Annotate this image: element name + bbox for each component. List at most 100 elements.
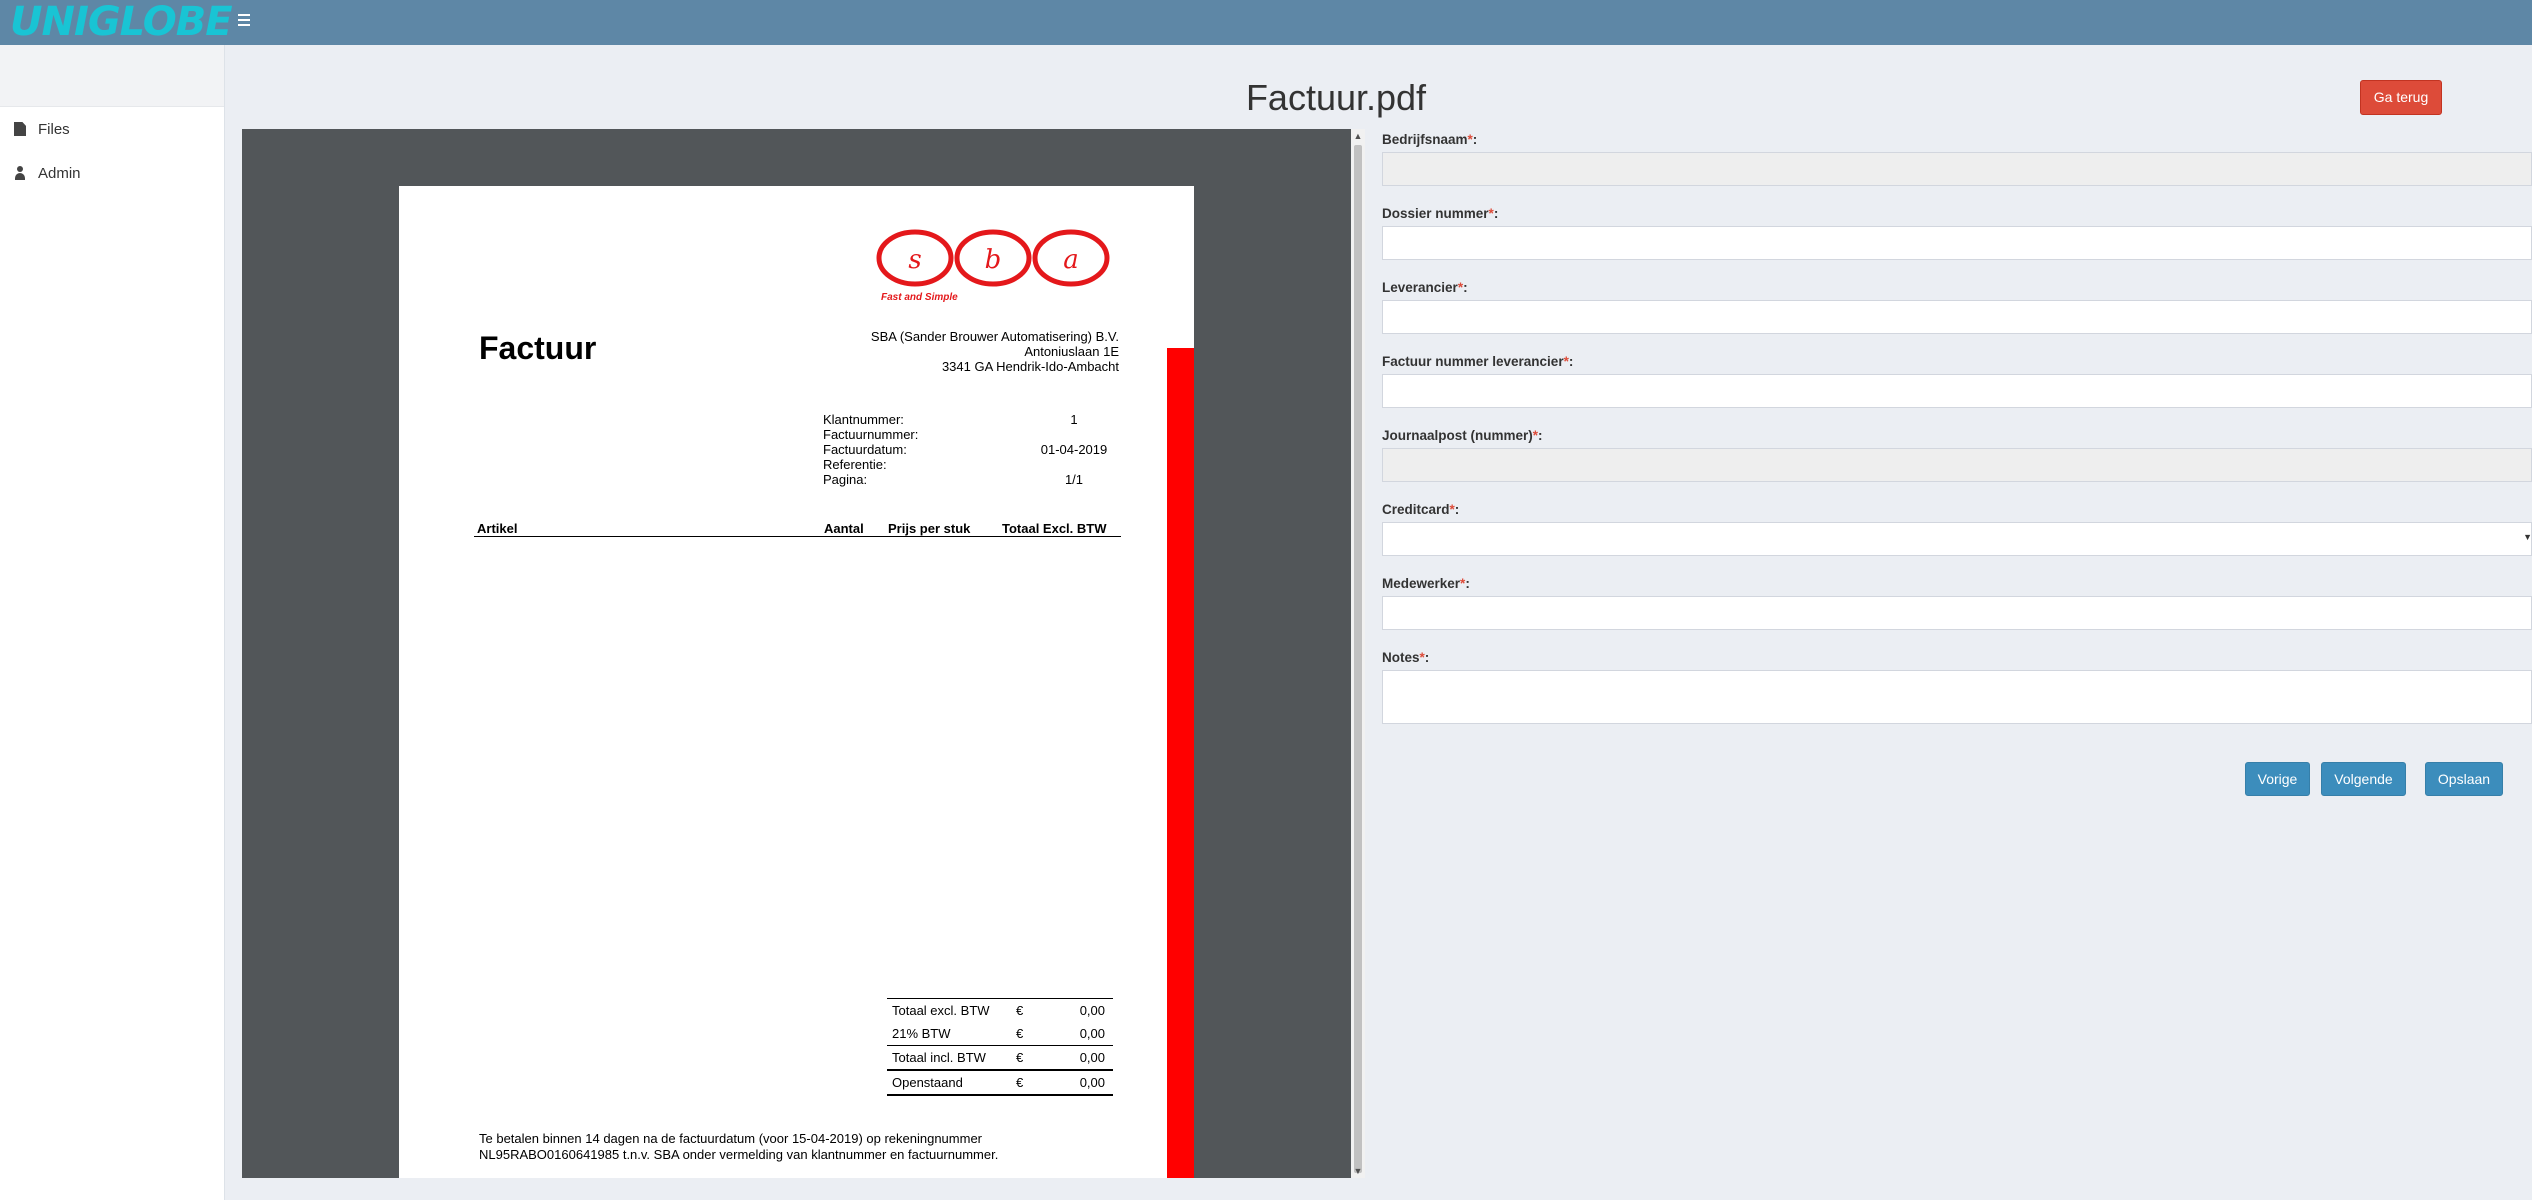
- field-dossier-nummer: Dossier nummer*:: [1382, 203, 2532, 277]
- meta-value: 1: [1070, 412, 1078, 427]
- totals-currency: €: [1016, 1026, 1024, 1041]
- prev-button[interactable]: Vorige: [2245, 762, 2310, 796]
- payment-note-line: Te betalen binnen 14 dagen na de factuur…: [479, 1131, 983, 1146]
- totals-label: Totaal incl. BTW: [892, 1050, 986, 1065]
- meta-label: Factuurdatum:: [823, 442, 907, 457]
- field-notes: Notes*:: [1382, 647, 2532, 724]
- creditcard-select[interactable]: [1382, 522, 2532, 556]
- meta-value: 01-04-2019: [1040, 442, 1108, 457]
- field-label: Dossier nummer: [1382, 206, 1489, 221]
- factuur-nummer-leverancier-input[interactable]: [1382, 374, 2532, 408]
- logo-letter: b: [985, 245, 1002, 275]
- label-colon: :: [1493, 206, 1499, 221]
- label-colon: :: [1463, 280, 1468, 295]
- medewerker-input[interactable]: [1382, 596, 2532, 630]
- field-label: Factuur nummer leverancier: [1382, 354, 1564, 369]
- label-colon: :: [1424, 650, 1430, 665]
- page-title: Factuur.pdf: [1245, 77, 1427, 118]
- leverancier-input[interactable]: [1382, 300, 2532, 334]
- meta-label: Klantnummer:: [823, 412, 904, 427]
- field-label: Medewerker: [1382, 576, 1461, 591]
- meta-row: Factuurnummer:: [823, 427, 1114, 442]
- brand-logo-text: UNIGLOBE: [10, 0, 233, 45]
- totals-row: Totaal excl. BTW €0,00: [887, 999, 1113, 1022]
- field-label: Notes: [1382, 650, 1420, 665]
- col-prijs: Prijs per stuk: [888, 521, 971, 536]
- col-artikel: Artikel: [477, 521, 518, 536]
- sba-logo: s b a Fast and Simple: [876, 229, 1110, 303]
- col-aantal: Aantal: [824, 521, 864, 536]
- dossier-nummer-input[interactable]: [1382, 226, 2532, 260]
- payment-note-line: NL95RABO0160641985 t.n.v. SBA onder verm…: [479, 1147, 999, 1162]
- field-label: Bedrijfsnaam: [1382, 132, 1468, 147]
- field-medewerker: Medewerker*:: [1382, 573, 2532, 647]
- sender-line: SBA (Sander Brouwer Automatisering) B.V.: [870, 329, 1119, 344]
- meta-row: Pagina: 1/1: [823, 472, 1114, 487]
- totals-value: 0,00: [1079, 1026, 1105, 1041]
- viewer-scrollbar[interactable]: ▲ ▼: [1351, 129, 1365, 1178]
- invoice-totals: Totaal excl. BTW €0,00 21% BTW €0,00 Totaa…: [887, 998, 1113, 1096]
- invoice-form: Bedrijfsnaam*: Dossier nummer*: Leveranc…: [1382, 129, 2532, 724]
- totals-value: 0,00: [1079, 1003, 1105, 1018]
- field-leverancier: Leverancier*:: [1382, 277, 2532, 351]
- invoice-heading: Factuur: [479, 330, 597, 366]
- scroll-down-arrow-icon[interactable]: ▼: [1351, 1164, 1365, 1178]
- totals-currency: €: [1016, 1075, 1024, 1090]
- totals-row: Totaal incl. BTW €0,00: [887, 1046, 1113, 1069]
- sender-address: SBA (Sander Brouwer Automatisering) B.V.…: [871, 329, 1119, 374]
- totals-value: 0,00: [1079, 1050, 1105, 1065]
- journaalpost-input[interactable]: [1382, 448, 2532, 482]
- sidebar-item-admin[interactable]: Admin: [0, 151, 224, 195]
- sidebar-user-panel: [0, 45, 224, 107]
- label-colon: :: [1465, 576, 1470, 591]
- top-navbar: UNIGLOBE: [0, 0, 2532, 45]
- totals-row: 21% BTW €0,00: [887, 1022, 1113, 1045]
- meta-value: [1034, 427, 1114, 442]
- field-label: Leverancier: [1382, 280, 1458, 295]
- totals-label: 21% BTW: [892, 1026, 951, 1041]
- field-label: Creditcard: [1382, 502, 1450, 517]
- meta-row: Factuurdatum: 01-04-2019: [823, 442, 1114, 457]
- back-button[interactable]: Ga terug: [2360, 80, 2442, 115]
- meta-label: Pagina:: [823, 472, 868, 487]
- logo-letter: s: [908, 245, 921, 275]
- label-colon: :: [1538, 428, 1543, 443]
- notes-textarea[interactable]: [1382, 670, 2532, 724]
- file-icon: [14, 122, 26, 136]
- hamburger-menu-icon[interactable]: [238, 11, 256, 29]
- sender-line: 3341 GA Hendrik-Ido-Ambacht: [941, 359, 1119, 374]
- field-bedrijfsnaam: Bedrijfsnaam*:: [1382, 129, 2532, 203]
- meta-label: Referentie:: [823, 457, 887, 472]
- totals-label: Totaal excl. BTW: [892, 1003, 990, 1018]
- label-colon: :: [1454, 502, 1460, 517]
- field-creditcard: Creditcard*: ▼: [1382, 499, 2532, 573]
- col-totaal: Totaal Excl. BTW: [1002, 521, 1107, 536]
- red-side-bar: [1167, 348, 1194, 1178]
- pdf-viewer[interactable]: s b a Fast and Simple Factuur SBA (Sande…: [242, 129, 1351, 1178]
- field-label: Journaalpost (nummer): [1382, 428, 1533, 443]
- logo-tagline: Fast and Simple: [881, 292, 958, 303]
- meta-row: Klantnummer: 1: [823, 412, 1114, 427]
- save-button[interactable]: Opslaan: [2425, 762, 2503, 796]
- totals-value: 0,00: [1079, 1075, 1105, 1090]
- meta-label: Factuurnummer:: [823, 427, 919, 442]
- pdf-page: s b a Fast and Simple Factuur SBA (Sande…: [399, 186, 1194, 1178]
- sender-line: Antoniuslaan 1E: [1024, 344, 1119, 359]
- bedrijfsnaam-input[interactable]: [1382, 152, 2532, 186]
- user-icon: [14, 166, 26, 180]
- sidebar-item-files[interactable]: Files: [0, 107, 224, 151]
- totals-currency: €: [1016, 1050, 1024, 1065]
- meta-row: Referentie:: [823, 457, 1114, 472]
- scroll-thumb[interactable]: [1354, 145, 1362, 1173]
- meta-value: 1/1: [1064, 472, 1084, 487]
- brand-logo[interactable]: UNIGLOBE: [10, 0, 233, 45]
- label-colon: :: [1472, 132, 1478, 147]
- totals-label: Openstaand: [892, 1075, 963, 1090]
- field-journaalpost: Journaalpost (nummer)*:: [1382, 425, 2532, 499]
- totals-row: Openstaand €0,00: [887, 1071, 1113, 1094]
- next-button[interactable]: Volgende: [2321, 762, 2406, 796]
- label-colon: :: [1568, 354, 1574, 369]
- logo-letter: a: [1063, 245, 1079, 275]
- payment-note: Te betalen binnen 14 dagen na de factuur…: [479, 1131, 1079, 1163]
- scroll-up-arrow-icon[interactable]: ▲: [1351, 129, 1365, 143]
